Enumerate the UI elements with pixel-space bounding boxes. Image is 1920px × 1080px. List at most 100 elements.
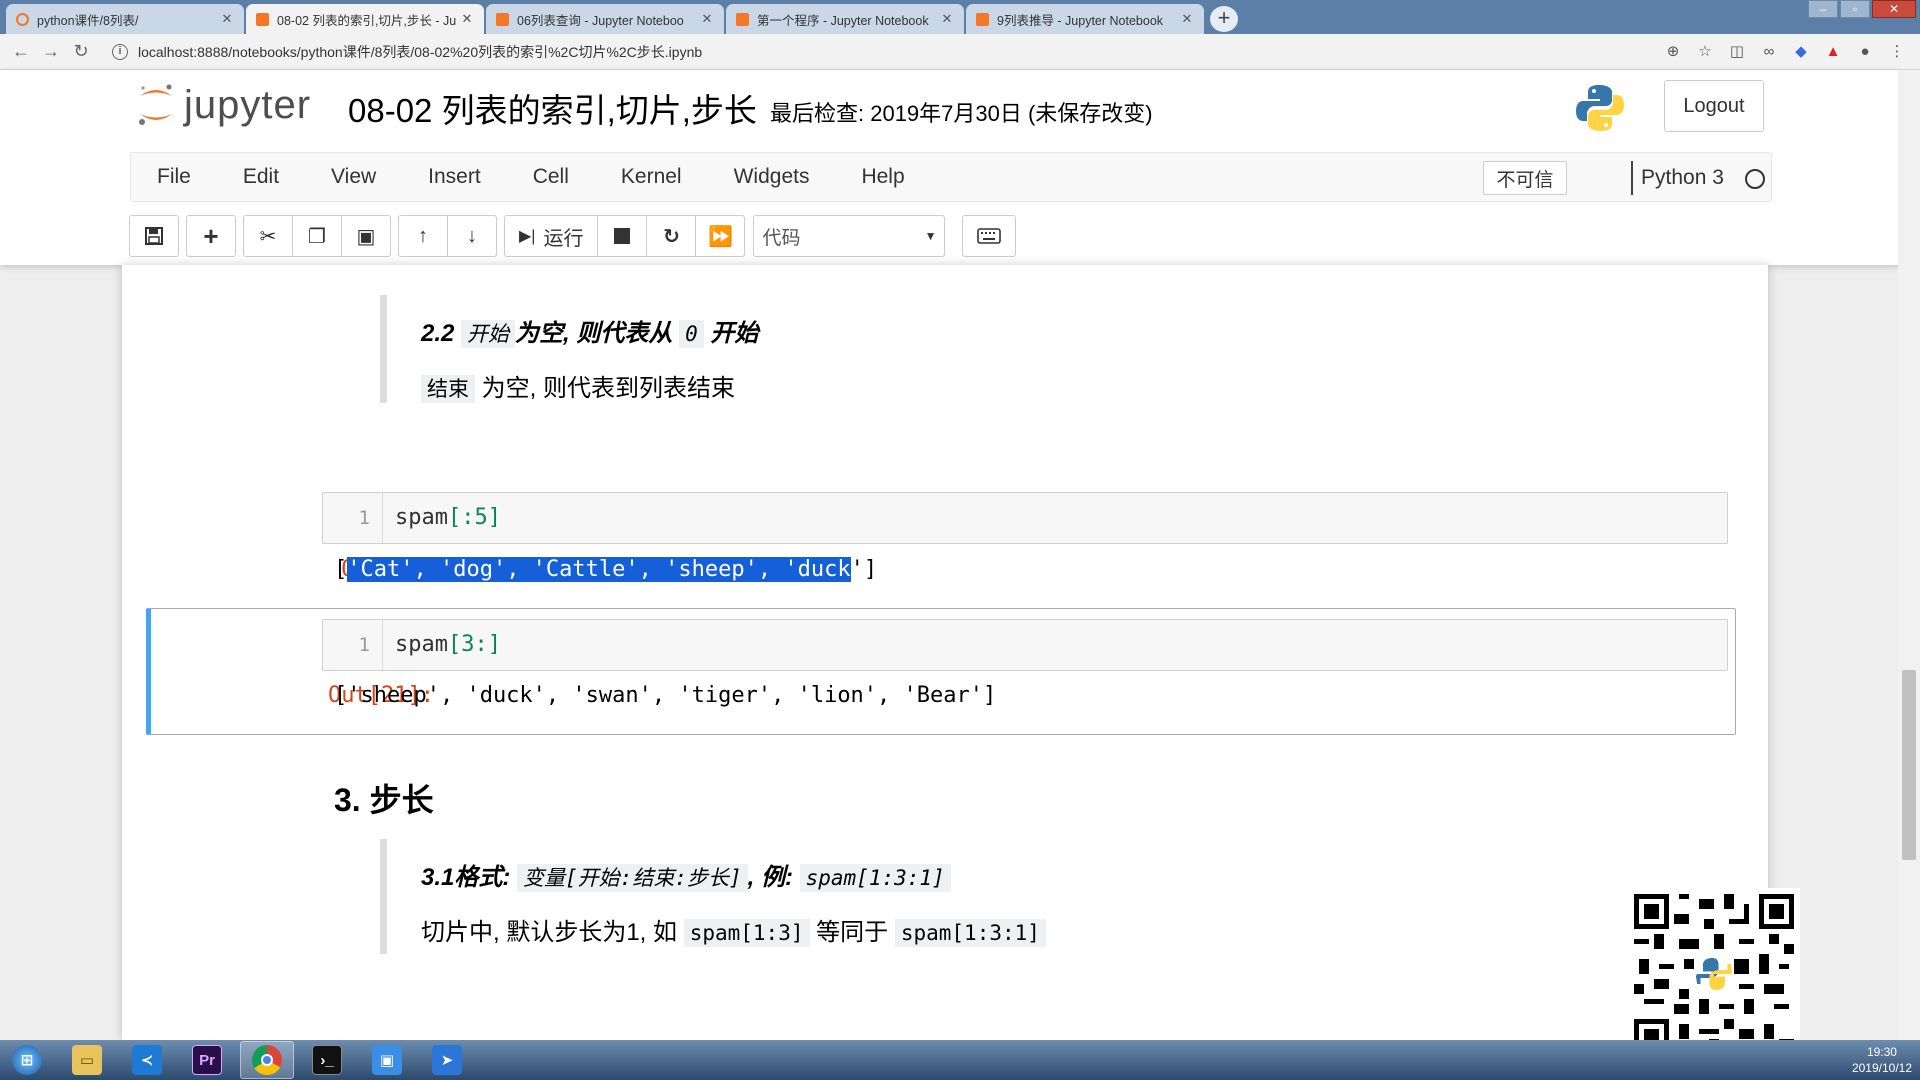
inline-code: 开始 [461,320,516,348]
menu-icon[interactable]: ⋮ [1888,43,1906,61]
command-palette-button[interactable] [962,215,1017,257]
terminal-icon: ›_ [312,1045,342,1075]
scrollbar-thumb[interactable] [1902,670,1916,860]
inline-code: 结束 [421,375,475,403]
url-field[interactable]: i localhost:8888/notebooks/python课件/8列表/… [112,34,702,70]
browser-tab[interactable]: 9列表推导 - Jupyter Notebook ✕ [966,4,1204,34]
code-token: [3:] [447,632,501,657]
insert-cell-button[interactable]: + [186,215,236,257]
close-icon[interactable]: ✕ [460,11,474,27]
start-button[interactable]: ⊞ [0,1041,54,1079]
restart-run-all-button[interactable]: ⏩ [695,215,746,257]
browser-tab[interactable]: 06列表查询 - Jupyter Noteboo ✕ [486,4,724,34]
heading-text: 开始 [710,320,759,347]
profile-icon[interactable]: ● [1856,43,1874,61]
jupyter-logo[interactable]: jupyter [136,82,311,128]
close-icon[interactable]: ✕ [940,11,954,27]
shield-icon[interactable]: ◆ [1792,43,1810,61]
notebook-favicon-icon [496,12,509,26]
tab-label: 第一个程序 - Jupyter Notebook [757,13,929,28]
menu-help[interactable]: Help [861,165,904,189]
tab-label: 06列表查询 - Jupyter Noteboo [517,13,684,28]
notebook-favicon-icon [736,12,749,26]
clock-date: 2019/10/12 [1851,1061,1912,1075]
page-scrollbar[interactable] [1898,70,1920,1040]
zoom-icon[interactable]: ⊕ [1664,43,1682,61]
cell-type-select[interactable]: 代码 ▼ [753,215,946,257]
cell-output[interactable]: ['Cat', 'dog', 'Cattle', 'sheep', 'duck'… [334,557,877,582]
menu-file[interactable]: File [157,165,191,189]
new-tab-button[interactable]: + [1210,6,1238,32]
premiere-icon: Pr [192,1045,222,1075]
interrupt-button[interactable] [597,215,648,257]
logout-button[interactable]: Logout [1664,80,1764,132]
notebook-title[interactable]: 08-02 列表的索引,切片,步长 [348,84,757,132]
trust-button[interactable]: 不可信 [1483,161,1567,195]
run-button[interactable]: ▶| 运行 [504,215,599,257]
reload-icon[interactable]: ↻ [66,41,96,62]
cell-output[interactable]: ['sheep', 'duck', 'swan', 'tiger', 'lion… [334,683,996,708]
browser-tab[interactable]: python课件/8列表/ ✕ [6,4,244,34]
address-bar: ← → ↻ i localhost:8888/notebooks/python课… [0,34,1920,70]
star-icon[interactable]: ☆ [1696,43,1714,61]
cell-type-value: 代码 [762,227,801,249]
markdown-cell[interactable]: 3.1格式: 变量[开始:结束:步长], 例: spam[1:3:1] 切片中,… [380,839,1046,954]
extension-icon[interactable]: ◫ [1728,43,1746,61]
heading-text: , 例: [747,864,793,891]
pdf-icon[interactable]: ▲ [1824,43,1842,61]
restart-button[interactable]: ↻ [646,215,697,257]
system-clock[interactable]: 19:30 2019/10/12 [1852,1044,1912,1076]
menu-insert[interactable]: Insert [428,165,481,189]
inline-code: 变量[开始:结束:步长] [517,864,748,892]
markdown-cell[interactable]: 2.2 开始 为空, 则代表从 0 开始 结束 为空, 则代表到列表结束 [380,295,758,403]
maximize-button[interactable]: ▫ [1840,0,1870,18]
back-arrow-icon[interactable]: ← [6,41,36,62]
forward-arrow-icon[interactable]: → [36,41,66,62]
taskbar-explorer[interactable]: ▭ [60,1041,114,1079]
windows-taskbar: ⊞ ▭ ≺ Pr ›_ ▣ ➤ 19:30 2019/10/12 [0,1040,1920,1080]
taskbar-premiere[interactable]: Pr [180,1041,234,1079]
chrome-icon [252,1045,282,1075]
copy-icon: ❐ [308,225,326,248]
taskbar-terminal[interactable]: ›_ [300,1041,354,1079]
browser-tab-active[interactable]: 08-02 列表的索引,切片,步长 - Ju ✕ [246,4,484,34]
minimize-button[interactable]: – [1808,0,1838,18]
menu-widgets[interactable]: Widgets [734,165,810,189]
window-close-button[interactable]: ✕ [1872,0,1916,18]
menu-view[interactable]: View [331,165,376,189]
close-icon[interactable]: ✕ [220,11,234,27]
save-icon [145,227,163,245]
taskbar-app[interactable]: ▣ [360,1041,414,1079]
extension-icon[interactable]: ∞ [1760,43,1778,61]
close-icon[interactable]: ✕ [700,11,714,27]
code-input[interactable]: 1 spam[3:] [322,619,1728,671]
code-input[interactable]: 1 spam[:5] [322,492,1728,544]
section-heading: 3. 步长 [334,782,434,818]
menu-edit[interactable]: Edit [243,165,279,189]
qr-code-image [1628,888,1800,1060]
save-button[interactable] [129,215,179,257]
inline-code: 0 [679,320,704,348]
restart-icon: ↻ [663,225,680,248]
paste-button[interactable]: ▣ [341,215,391,257]
taskbar-chrome[interactable] [240,1041,294,1079]
heading-number: 2.2 [421,320,455,347]
arrow-down-icon: ↓ [467,224,477,247]
menu-cell[interactable]: Cell [533,165,569,189]
paste-icon: ▣ [356,225,376,248]
checkpoint-status: 最后检查: 2019年7月30日 (未保存改变) [770,101,1153,126]
windows-logo-icon: ⊞ [12,1045,42,1075]
close-icon[interactable]: ✕ [1180,11,1194,27]
cut-button[interactable]: ✂ [243,215,293,257]
taskbar-vscode[interactable]: ≺ [120,1041,174,1079]
browser-tab[interactable]: 第一个程序 - Jupyter Notebook ✕ [726,4,964,34]
notebook-favicon-icon [976,12,989,26]
menu-kernel[interactable]: Kernel [621,165,682,189]
bird-icon: ➤ [432,1045,462,1075]
move-down-button[interactable]: ↓ [447,215,497,257]
copy-button[interactable]: ❐ [292,215,342,257]
taskbar-app[interactable]: ➤ [420,1041,474,1079]
move-up-button[interactable]: ↑ [398,215,448,257]
info-icon[interactable]: i [112,44,128,60]
notebook-toolbar: + ✂ ❐ ▣ ↑ ↓ ▶| 运行 ↻ ⏩ 代码 ▼ [129,214,1024,258]
